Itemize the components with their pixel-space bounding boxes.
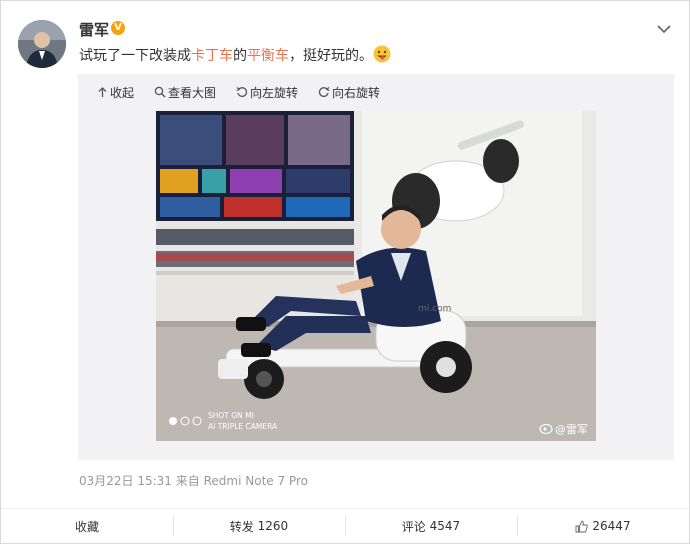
- view-large-button[interactable]: 查看大图: [154, 84, 216, 101]
- weibo-post-card: 雷军 V 试玩了一下改装成卡丁车的平衡车，挺好玩的。 收起 查看大图 向左旋转: [0, 0, 690, 544]
- collapse-button[interactable]: 收起: [97, 84, 134, 101]
- store-sign-text: mi.com: [418, 304, 451, 314]
- rotate-left-label: 向左旋转: [250, 85, 299, 100]
- like-count: 26447: [592, 519, 631, 533]
- topic-link-kart[interactable]: 卡丁车: [191, 48, 233, 64]
- media-viewer: 收起 查看大图 向左旋转 向右旋转 mi.com SHOT ON MI AI T…: [78, 74, 674, 460]
- username[interactable]: 雷军: [79, 19, 109, 40]
- photo-illustration: mi.com SHOT ON MI AI TRIPLE CAMERA @雷军: [156, 111, 596, 441]
- post-text-part: 的: [233, 48, 247, 64]
- photo-watermark: @雷军: [555, 423, 588, 436]
- favorite-label: 收藏: [74, 519, 99, 534]
- comment-button[interactable]: 评论 4547: [345, 509, 517, 543]
- rotate-right-icon: [318, 87, 330, 97]
- shot-on-text-2: AI TRIPLE CAMERA: [208, 422, 278, 431]
- topic-link-balance-scooter[interactable]: 平衡车: [247, 48, 289, 64]
- emoji-icon: [373, 45, 391, 63]
- chevron-down-icon[interactable]: [656, 23, 672, 35]
- like-button[interactable]: 26447: [517, 509, 689, 543]
- rotate-left-icon: [236, 87, 248, 97]
- avatar[interactable]: [18, 20, 66, 68]
- post-text: 试玩了一下改装成卡丁车的平衡车，挺好玩的。: [79, 45, 373, 65]
- collapse-label: 收起: [110, 85, 135, 100]
- shot-on-text-1: SHOT ON MI: [208, 411, 254, 420]
- collapse-arrow-icon: [98, 86, 107, 97]
- thumbs-up-icon: [575, 520, 589, 532]
- post-photo[interactable]: mi.com SHOT ON MI AI TRIPLE CAMERA @雷军: [156, 111, 596, 441]
- post-meta: 03月22日 15:31 来自 Redmi Note 7 Pro: [79, 472, 308, 489]
- repost-label: 转发: [229, 519, 254, 534]
- avatar-image: [18, 20, 66, 68]
- magnifier-icon: [154, 86, 166, 98]
- repost-button[interactable]: 转发 1260: [173, 509, 345, 543]
- rotate-right-label: 向右旋转: [332, 85, 381, 100]
- source-prefix: 来自: [175, 474, 200, 488]
- rotate-right-button[interactable]: 向右旋转: [318, 84, 380, 101]
- verified-badge: V: [111, 21, 125, 35]
- repost-count: 1260: [257, 519, 289, 533]
- comment-label: 评论: [401, 519, 426, 534]
- action-bar: 收藏 转发 1260 评论 4547 26447: [1, 509, 689, 543]
- post-timestamp[interactable]: 03月22日 15:31: [79, 474, 172, 488]
- post-text-part: ，挺好玩的。: [289, 48, 373, 64]
- rotate-left-button[interactable]: 向左旋转: [236, 84, 298, 101]
- comment-count: 4547: [429, 519, 461, 533]
- post-source[interactable]: Redmi Note 7 Pro: [204, 474, 308, 488]
- favorite-button[interactable]: 收藏: [1, 509, 173, 543]
- post-text-part: 试玩了一下改装成: [79, 48, 191, 64]
- media-toolbar: 收起 查看大图 向左旋转 向右旋转: [78, 74, 380, 110]
- view-large-label: 查看大图: [168, 85, 217, 100]
